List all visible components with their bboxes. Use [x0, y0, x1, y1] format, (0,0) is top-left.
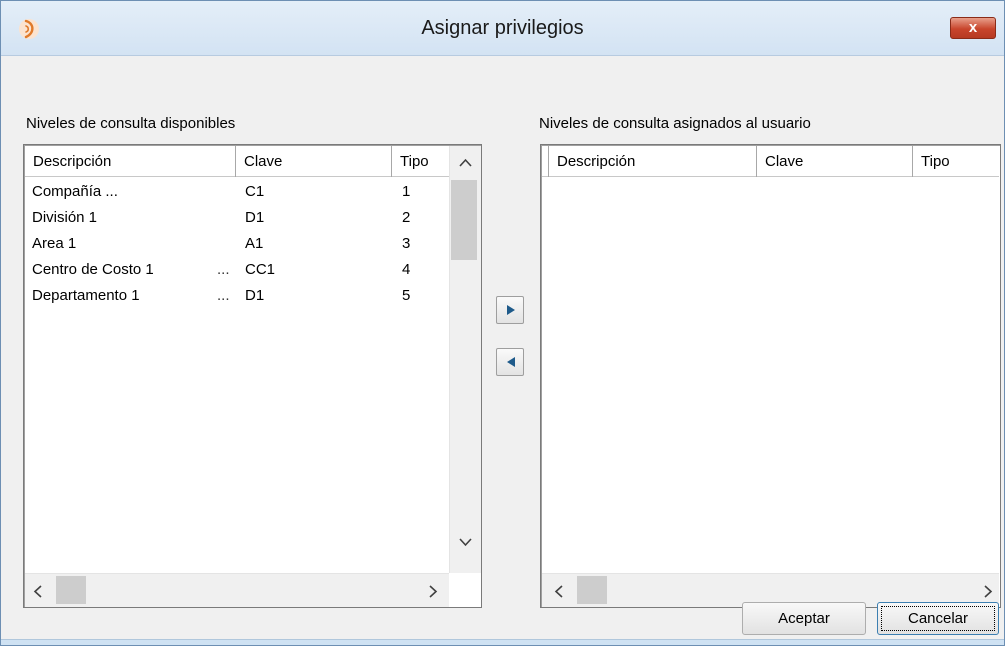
- add-to-assigned-button[interactable]: [496, 296, 524, 324]
- title-bar: Asignar privilegios x: [1, 1, 1004, 56]
- triangle-right-icon: [507, 305, 515, 315]
- cell-descripcion: Departamento 1: [32, 287, 140, 304]
- scroll-up-icon[interactable]: [459, 158, 472, 167]
- cell-clave: D1: [245, 209, 265, 226]
- cell-descripcion: División 1: [32, 209, 98, 226]
- scroll-left-icon[interactable]: [33, 585, 42, 598]
- cell-clave: D1: [245, 287, 265, 304]
- available-table-header: Descripción Clave Tipo: [25, 146, 450, 177]
- cell-ellipsis: ...: [217, 261, 230, 278]
- cancel-button[interactable]: Cancelar: [877, 602, 999, 635]
- vertical-scroll-thumb[interactable]: [451, 180, 477, 260]
- window-bottom-border: [1, 639, 1004, 645]
- scroll-left-icon[interactable]: [554, 585, 563, 598]
- cell-tipo: 4: [402, 261, 411, 278]
- table-row[interactable]: Compañía ... C1 1: [25, 179, 449, 205]
- cell-descripcion: Compañía ...: [32, 183, 118, 200]
- table-row[interactable]: División 1 D1 2: [25, 205, 449, 231]
- cell-clave: CC1: [245, 261, 276, 278]
- available-levels-table[interactable]: Descripción Clave Tipo Compañía ... C1 1…: [23, 144, 482, 608]
- horizontal-scroll-thumb[interactable]: [56, 576, 86, 604]
- column-header-tipo[interactable]: Tipo: [913, 146, 999, 177]
- scroll-right-icon[interactable]: [429, 585, 438, 598]
- triangle-left-icon: [507, 357, 515, 367]
- cell-tipo: 1: [402, 183, 411, 200]
- assigned-levels-table[interactable]: Descripción Clave Tipo: [540, 144, 1001, 608]
- close-button[interactable]: x: [950, 17, 996, 39]
- dialog-title: Asignar privilegios: [421, 17, 584, 39]
- column-header-descripcion[interactable]: Descripción: [548, 146, 757, 177]
- available-levels-label: Niveles de consulta disponibles: [26, 115, 236, 132]
- scroll-right-icon[interactable]: [984, 585, 993, 598]
- column-header-tipo[interactable]: Tipo: [392, 146, 450, 177]
- cell-ellipsis: ...: [217, 287, 230, 304]
- column-header-descripcion[interactable]: Descripción: [25, 146, 236, 177]
- table-row[interactable]: Departamento 1 ... D1 5: [25, 283, 449, 309]
- assign-privileges-dialog: Asignar privilegios x Niveles de consult…: [0, 0, 1005, 646]
- cell-clave: A1: [245, 235, 264, 252]
- cell-tipo: 3: [402, 235, 411, 252]
- focus-ring: [881, 606, 995, 631]
- cell-tipo: 5: [402, 287, 411, 304]
- assigned-levels-label: Niveles de consulta asignados al usuario: [539, 115, 811, 132]
- accept-button[interactable]: Aceptar: [742, 602, 866, 635]
- column-header-clave[interactable]: Clave: [236, 146, 392, 177]
- scroll-down-icon[interactable]: [459, 538, 472, 547]
- cell-clave: C1: [245, 183, 265, 200]
- cell-tipo: 2: [402, 209, 411, 226]
- horizontal-scrollbar[interactable]: [25, 573, 449, 607]
- cell-descripcion: Area 1: [32, 235, 77, 252]
- table-row[interactable]: Centro de Costo 1 ... CC1 4: [25, 257, 449, 283]
- close-icon: x: [968, 19, 978, 36]
- column-header-clave[interactable]: Clave: [757, 146, 913, 177]
- assigned-table-header: Descripción Clave Tipo: [542, 146, 999, 177]
- table-row[interactable]: Area 1 A1 3: [25, 231, 449, 257]
- vertical-scrollbar[interactable]: [449, 146, 481, 573]
- cell-descripcion: Centro de Costo 1: [32, 261, 154, 278]
- horizontal-scroll-thumb[interactable]: [577, 576, 607, 604]
- remove-from-assigned-button[interactable]: [496, 348, 524, 376]
